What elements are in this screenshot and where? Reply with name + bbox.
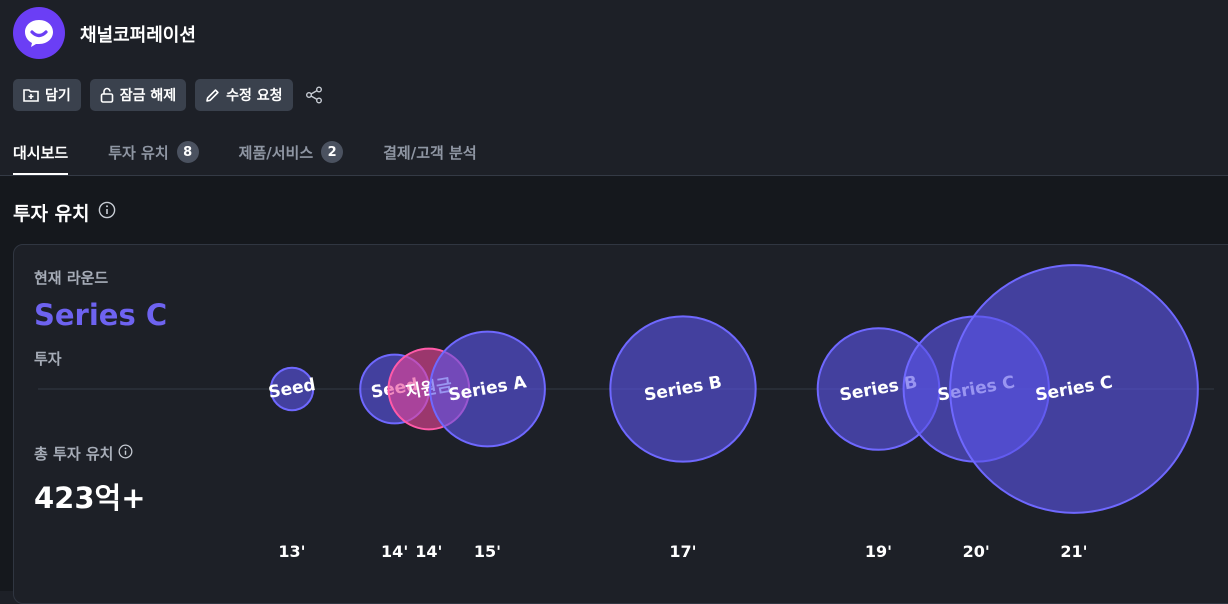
main-content: 투자 유치 현재 라운드 Series C 투자 총 투자 유치 423억+ S… — [0, 176, 1228, 604]
save-button[interactable]: 담기 — [13, 79, 81, 111]
year-tick-label: 14' — [381, 542, 408, 561]
funding-bubble[interactable]: Seed — [267, 366, 317, 412]
funding-bubble[interactable]: Series C — [949, 264, 1199, 514]
year-tick-label: 15' — [474, 542, 501, 561]
unlock-label: 잠금 해제 — [119, 88, 177, 104]
company-name: 채널코퍼레이션 — [80, 25, 196, 46]
count-badge: 8 — [176, 141, 199, 163]
year-tick-label: 20' — [963, 542, 990, 561]
unlock-icon — [100, 87, 114, 103]
funding-bubble[interactable]: Series B — [609, 315, 757, 463]
count-badge: 2 — [321, 141, 344, 163]
tab-bar: 대시보드 투자 유치 8 제품/서비스 2 결제/고객 분석 — [13, 132, 477, 176]
tab-investment[interactable]: 투자 유치 8 — [108, 132, 199, 172]
funding-bubble[interactable]: Series A — [429, 330, 546, 448]
action-bar: 담기 잠금 해제 수정 요청 — [13, 79, 326, 111]
section-title: 투자 유치 — [13, 203, 90, 225]
tab-label: 투자 유치 — [108, 143, 169, 162]
save-label: 담기 — [45, 88, 71, 104]
tab-label: 결제/고객 분석 — [383, 143, 477, 162]
investment-bubble-chart: Seed13'Seed14'지원금14'Series A15'Series B1… — [38, 264, 1214, 561]
folder-plus-icon — [23, 88, 39, 102]
tab-label: 대시보드 — [13, 143, 69, 162]
year-tick-label: 21' — [1060, 542, 1087, 561]
chat-bubble-logo-icon — [13, 7, 65, 59]
tab-products[interactable]: 제품/서비스 2 — [238, 132, 344, 172]
share-icon[interactable] — [302, 79, 326, 111]
info-icon[interactable] — [98, 201, 116, 224]
pencil-icon — [205, 88, 220, 103]
section-heading: 투자 유치 — [13, 199, 116, 226]
year-tick-label: 14' — [415, 542, 442, 561]
company-header: 채널코퍼레이션 담기 잠금 해제 수정 요청 대시보드 투자 유치 8 제품/서… — [0, 0, 1228, 176]
tab-dashboard[interactable]: 대시보드 — [13, 132, 69, 176]
year-tick-label: 19' — [865, 542, 892, 561]
year-tick-label: 17' — [669, 542, 696, 561]
tab-payments[interactable]: 결제/고객 분석 — [383, 132, 477, 172]
investment-card: 현재 라운드 Series C 투자 총 투자 유치 423억+ Seed 13'… — [13, 244, 1228, 604]
unlock-button[interactable]: 잠금 해제 — [89, 79, 187, 111]
edit-request-label: 수정 요청 — [226, 88, 283, 104]
tab-label: 제품/서비스 — [238, 143, 314, 162]
edit-request-button[interactable]: 수정 요청 — [195, 79, 293, 111]
year-tick-label: 13' — [278, 542, 305, 561]
